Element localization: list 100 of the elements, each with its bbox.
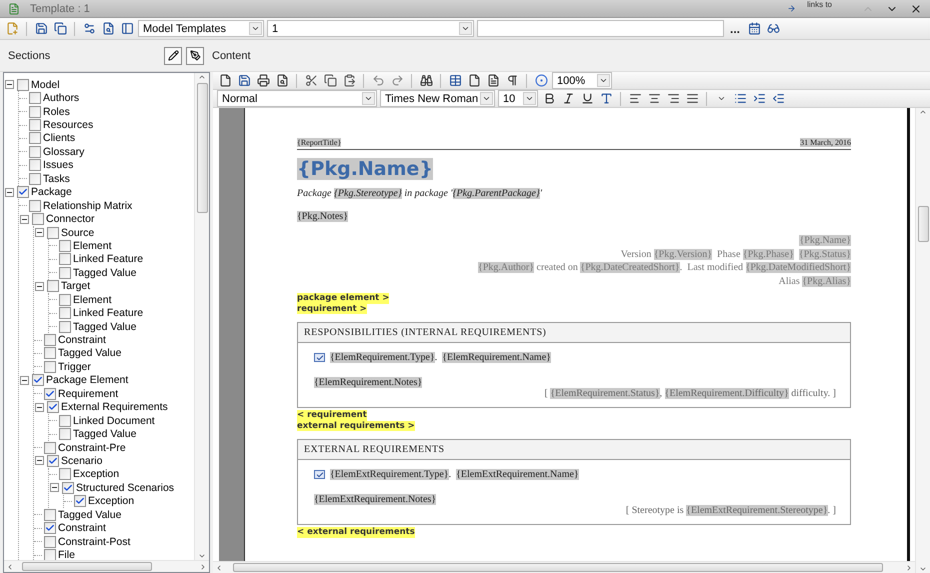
tree-item-label[interactable]: Issues (43, 159, 74, 172)
tree-item-label[interactable]: Tagged Value (73, 266, 136, 279)
checkbox[interactable] (47, 280, 59, 292)
scissors-icon[interactable] (303, 72, 319, 88)
vertical-scrollbar[interactable] (915, 108, 930, 573)
tree-item-label[interactable]: Exception (73, 468, 120, 480)
checkbox[interactable] (47, 226, 59, 239)
text-field[interactable] (477, 20, 724, 37)
scroll-up-icon[interactable] (198, 73, 206, 81)
checkbox[interactable] (74, 495, 86, 508)
collapse-toggle[interactable] (35, 228, 44, 238)
checkbox[interactable] (32, 374, 44, 386)
checkbox[interactable] (59, 266, 71, 279)
tree-item-label[interactable]: Constraint (58, 334, 106, 346)
checkbox[interactable] (62, 482, 74, 494)
tree-item-label[interactable]: Connector (46, 213, 94, 226)
pencil-icon[interactable] (164, 46, 182, 64)
scroll-left-icon[interactable] (215, 564, 223, 572)
checkbox[interactable] (29, 159, 41, 172)
tree-item-label[interactable]: Target (61, 280, 90, 292)
tree-item-label[interactable]: Constraint (58, 522, 106, 534)
checkbox[interactable] (29, 119, 41, 132)
tree-item-label[interactable]: Source (61, 226, 94, 239)
scroll-up-icon[interactable] (919, 108, 927, 116)
vertical-scrollbar[interactable] (194, 73, 209, 560)
checkbox[interactable] (44, 334, 56, 346)
checkbox[interactable] (44, 347, 56, 360)
checkbox[interactable] (29, 200, 41, 212)
checkbox[interactable] (32, 213, 44, 226)
scroll-thumb[interactable] (233, 563, 883, 572)
tree-item-label[interactable]: Linked Document (73, 414, 155, 427)
checkbox[interactable] (29, 146, 41, 158)
checkbox[interactable] (59, 468, 71, 480)
scroll-down-icon[interactable] (198, 552, 206, 560)
browse-button[interactable]: ... (727, 20, 744, 36)
checkbox[interactable] (29, 172, 41, 185)
checkbox[interactable] (17, 78, 29, 91)
tree-item-label[interactable]: Clients (43, 132, 76, 144)
checkbox[interactable] (59, 294, 71, 306)
tree-item-label[interactable]: Authors (43, 92, 80, 104)
template-name-dropdown[interactable]: 1 (267, 20, 474, 37)
tree-item-label[interactable]: Resources (43, 119, 94, 132)
pen-icon[interactable] (186, 46, 204, 64)
scroll-thumb[interactable] (918, 206, 928, 242)
checkbox[interactable] (59, 320, 71, 333)
tree-item-label[interactable]: Tagged Value (58, 508, 122, 521)
checkbox[interactable] (59, 253, 71, 266)
printer-icon[interactable] (255, 72, 271, 88)
scroll-right-icon[interactable] (199, 562, 207, 570)
zoom-dropdown[interactable]: 100% (552, 72, 612, 89)
tree-item-label[interactable]: Package Element (46, 374, 128, 386)
save-icon[interactable] (33, 20, 49, 36)
tree-item-label[interactable]: Requirement (58, 388, 118, 400)
tree-item-label[interactable]: Structured Scenarios (76, 482, 174, 494)
font-dropdown[interactable]: Times New Roman (380, 90, 495, 107)
checkbox[interactable] (44, 442, 56, 454)
checkbox[interactable] (44, 360, 56, 373)
template-type-dropdown[interactable]: Model Templates (138, 20, 264, 37)
collapse-toggle[interactable] (35, 456, 44, 466)
checkbox[interactable] (59, 414, 71, 427)
table-icon[interactable] (447, 72, 463, 88)
collapse-toggle[interactable] (35, 282, 44, 291)
tree-item-label[interactable]: Roles (43, 106, 70, 118)
checkbox[interactable] (59, 307, 71, 320)
panel-icon[interactable] (119, 20, 135, 36)
tree-item-label[interactable]: Element (73, 240, 112, 252)
tree-item-label[interactable]: File (58, 549, 75, 560)
horizontal-scrollbar[interactable] (213, 561, 915, 573)
checkbox[interactable] (44, 536, 56, 548)
tree-item-label[interactable]: Tagged Value (73, 320, 136, 333)
scroll-down-icon[interactable] (919, 565, 927, 573)
copy-icon[interactable] (52, 20, 68, 36)
checkbox[interactable] (44, 549, 56, 560)
tree-item-label[interactable]: Linked Feature (73, 307, 144, 320)
tree-item-label[interactable]: Linked Feature (73, 253, 144, 266)
horizontal-scrollbar[interactable] (4, 560, 209, 572)
collapse-toggle[interactable] (5, 188, 14, 197)
scroll-left-icon[interactable] (6, 562, 14, 570)
checkbox[interactable] (47, 401, 59, 414)
font-size-dropdown[interactable]: 10 (498, 90, 538, 107)
collapse-toggle[interactable] (35, 402, 44, 412)
checkbox[interactable] (47, 454, 59, 467)
tree-item-label[interactable]: External Requirements (61, 401, 168, 414)
style-dropdown[interactable]: Normal (217, 90, 377, 107)
tree-item-label[interactable]: Package (31, 186, 72, 198)
copy-icon[interactable] (322, 72, 338, 88)
tree-item-label[interactable]: Tasks (43, 172, 70, 185)
checkbox[interactable] (29, 106, 41, 118)
binoculars-icon[interactable] (418, 72, 434, 88)
tree-item-label[interactable]: Tagged Value (58, 347, 122, 360)
collapse-toggle[interactable] (5, 80, 14, 90)
checkbox[interactable] (44, 508, 56, 521)
tree-item-label[interactable]: Model (31, 78, 60, 91)
tree-item-label[interactable]: Scenario (61, 454, 102, 467)
scroll-right-icon[interactable] (905, 564, 913, 572)
scroll-thumb[interactable] (22, 562, 152, 571)
tree-item-label[interactable]: Tagged Value (73, 428, 136, 440)
calendar-icon[interactable] (746, 20, 762, 36)
collapse-toggle[interactable] (20, 214, 29, 224)
checkbox[interactable] (29, 92, 41, 104)
